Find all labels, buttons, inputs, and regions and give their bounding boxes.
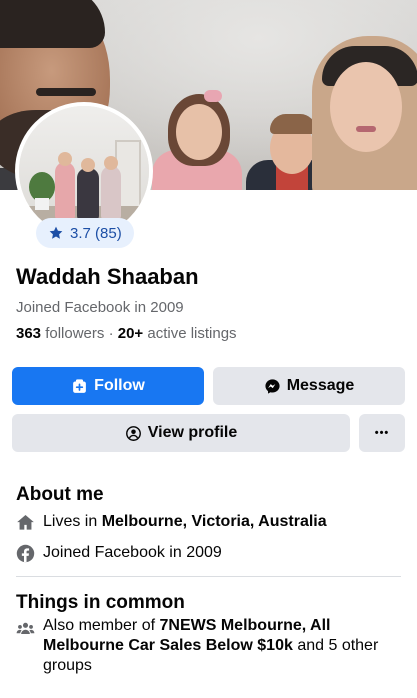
- follow-label: Follow: [94, 377, 145, 394]
- common-prefix: Also member of: [43, 617, 156, 634]
- rating-badge[interactable]: 3.7 (85): [36, 218, 134, 248]
- lives-in-row: Lives in Melbourne, Victoria, Australia: [16, 513, 327, 532]
- star-icon: [49, 226, 63, 239]
- rating-value: 3.7 (85): [70, 224, 122, 242]
- more-icon: •••: [374, 427, 390, 439]
- facebook-icon: [16, 544, 35, 563]
- section-divider: [16, 576, 401, 577]
- view-profile-button[interactable]: View profile: [12, 414, 350, 452]
- joined-date: Joined Facebook in 2009: [16, 299, 184, 316]
- followers-count: 363: [16, 325, 42, 342]
- things-in-common-heading: Things in common: [16, 592, 185, 613]
- profile-icon: [125, 425, 141, 441]
- follow-button[interactable]: Follow: [12, 367, 204, 405]
- followers-label[interactable]: followers: [45, 325, 104, 342]
- listings-label[interactable]: active listings: [147, 325, 236, 342]
- home-icon: [17, 514, 34, 530]
- joined-row: Joined Facebook in 2009: [16, 544, 222, 563]
- common-groups-text: Also member of 7NEWS Melbourne, All Melb…: [43, 616, 383, 676]
- listings-count: 20+: [117, 325, 144, 342]
- view-profile-label: View profile: [147, 424, 238, 441]
- messenger-icon: [265, 378, 280, 394]
- common-groups-row: Also member of 7NEWS Melbourne, All Melb…: [16, 616, 383, 676]
- follow-icon: [73, 378, 87, 393]
- about-heading: About me: [16, 484, 104, 505]
- joined-facebook-text: Joined Facebook in 2009: [43, 544, 222, 561]
- profile-stats: 363 followers · 20+ active listings: [16, 325, 237, 342]
- lives-in-prefix: Lives in: [43, 513, 98, 530]
- message-button[interactable]: Message: [213, 367, 405, 405]
- lives-in-location[interactable]: Melbourne, Victoria, Australia: [102, 513, 327, 530]
- more-options-button[interactable]: •••: [359, 414, 405, 452]
- stats-separator: ·: [108, 325, 114, 342]
- profile-name: Waddah Shaaban: [16, 264, 199, 289]
- groups-icon: [16, 622, 35, 635]
- lives-in-text: Lives in Melbourne, Victoria, Australia: [43, 513, 327, 531]
- message-label: Message: [286, 377, 355, 394]
